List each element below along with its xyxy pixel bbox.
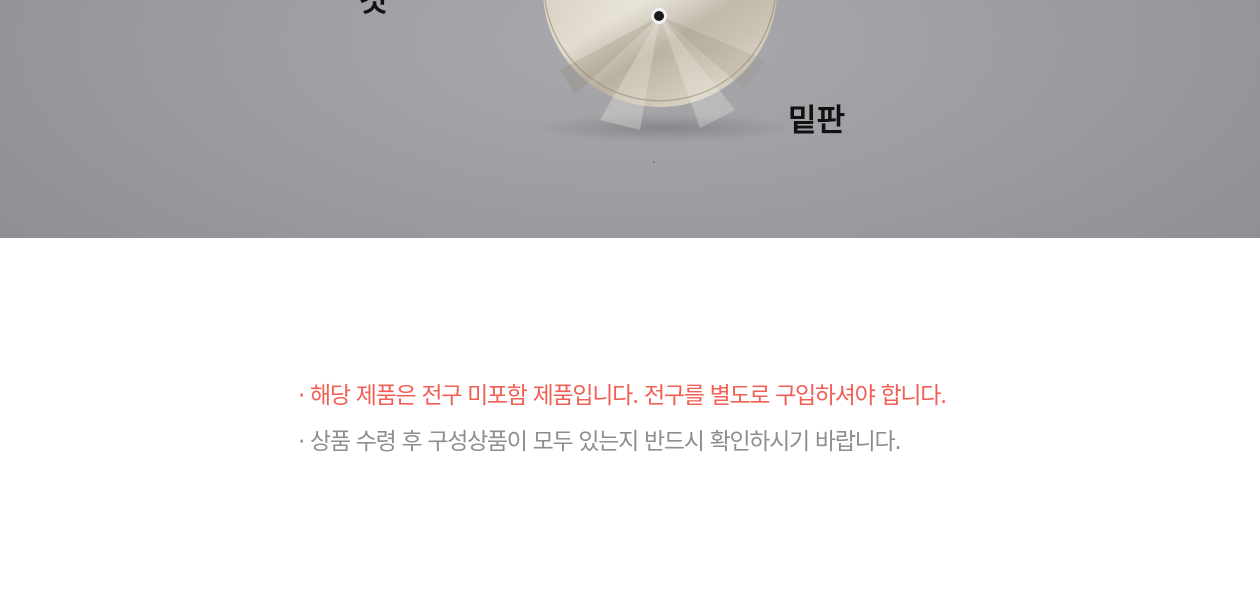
product-photo: 것 밑판 [0, 0, 1260, 238]
bulb-not-included-notice: · 해당 제품은 전구 미포함 제품입니다. 전구를 별도로 구입하셔야 합니다… [298, 383, 947, 409]
speck [653, 161, 655, 163]
part-label-base: 밑판 [788, 103, 846, 139]
part-label-top: 것 [359, 0, 388, 19]
base-shadow [534, 114, 794, 142]
screw-hole-inner [654, 11, 664, 21]
lamp-base-illustration [534, 0, 794, 163]
notice-list: · 해당 제품은 전구 미포함 제품입니다. 전구를 별도로 구입하셔야 합니다… [298, 380, 998, 458]
check-components-notice: · 상품 수령 후 구성상품이 모두 있는지 반드시 확인하시기 바랍니다. [298, 429, 902, 455]
product-detail-page: 것 밑판 · 해당 제품은 전구 미포함 제품입니다. 전구를 별도로 구입하셔… [0, 0, 1260, 609]
